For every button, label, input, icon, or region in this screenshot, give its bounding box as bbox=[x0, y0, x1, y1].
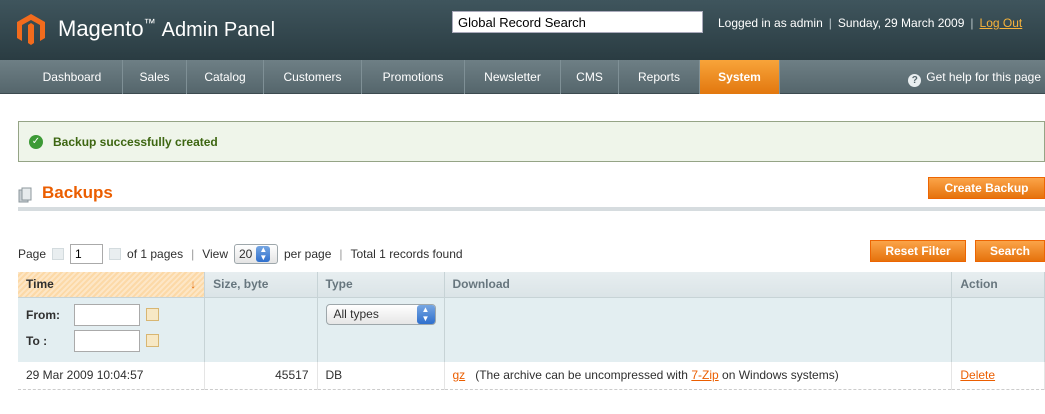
download-filter bbox=[444, 297, 953, 362]
success-message-text: Backup successfully created bbox=[53, 135, 218, 149]
pager: Page of 1 pages | View 20 ▲▼ per page | … bbox=[18, 243, 463, 265]
per-page-select[interactable]: 20 ▲ ▼ bbox=[234, 244, 278, 264]
select-arrows-icon: ▲ ▼ bbox=[256, 246, 271, 262]
page-title: Backups bbox=[42, 183, 113, 202]
type-filter-value: All types bbox=[333, 307, 379, 321]
help-text: Get help for this page bbox=[926, 70, 1041, 84]
action-filter bbox=[951, 297, 1045, 362]
user-info: Logged in as admin | Sunday, 29 March 2009… bbox=[718, 16, 1023, 30]
column-header-download: Download bbox=[444, 272, 953, 298]
from-label: From: bbox=[26, 307, 60, 322]
column-header-time[interactable]: Time ↓ bbox=[18, 272, 206, 298]
filter-row: From: To : All types ▲ ▼ bbox=[18, 297, 1045, 362]
page-label: Page bbox=[18, 247, 47, 261]
nav-cms[interactable]: CMS bbox=[561, 60, 619, 94]
column-header-type[interactable]: Type bbox=[317, 272, 445, 298]
per-page-label: per page bbox=[284, 247, 332, 261]
page-number-input[interactable] bbox=[70, 244, 104, 264]
success-message: ✓ Backup successfully created bbox=[18, 121, 1045, 162]
column-header-time-label: Time bbox=[26, 277, 54, 292]
nav-sales[interactable]: Sales bbox=[123, 60, 187, 94]
logout-link[interactable]: Log Out bbox=[980, 16, 1023, 30]
create-backup-button[interactable]: Create Backup bbox=[928, 177, 1045, 199]
select-arrows-icon: ▲ ▼ bbox=[416, 304, 435, 324]
nav-catalog[interactable]: Catalog bbox=[187, 60, 264, 94]
of-pages-text: of 1 pages bbox=[127, 247, 184, 261]
row-action: Delete bbox=[951, 361, 1045, 390]
app-suffix: Admin Panel bbox=[161, 19, 276, 41]
to-date-input[interactable] bbox=[74, 329, 140, 352]
per-page-value: 20 bbox=[239, 247, 253, 261]
app-name: Magento bbox=[58, 16, 144, 41]
heading-divider bbox=[18, 207, 1045, 211]
time-filter: From: To : bbox=[18, 297, 206, 362]
row-type: DB bbox=[317, 361, 445, 390]
to-label: To : bbox=[26, 333, 48, 348]
sort-down-icon: ↓ bbox=[190, 277, 197, 292]
view-label: View bbox=[202, 247, 228, 261]
global-search-input[interactable] bbox=[452, 11, 703, 33]
type-filter-select[interactable]: All types ▲ ▼ bbox=[325, 303, 436, 325]
row-size: 45517 bbox=[204, 361, 318, 390]
prev-page-icon[interactable] bbox=[52, 248, 65, 260]
magento-logo-icon bbox=[17, 14, 45, 45]
size-filter bbox=[204, 297, 318, 362]
download-gz-link[interactable]: gz bbox=[453, 368, 466, 382]
help-icon: ? bbox=[908, 74, 922, 87]
calendar-icon[interactable] bbox=[146, 334, 159, 347]
records-total: Total 1 records found bbox=[350, 247, 463, 261]
logged-in-text: Logged in as admin bbox=[718, 16, 823, 30]
calendar-icon[interactable] bbox=[146, 308, 159, 321]
success-check-icon: ✓ bbox=[29, 135, 43, 149]
admin-header: Magento™Admin Panel Logged in as admin|S… bbox=[0, 0, 1045, 60]
backup-page-icon bbox=[18, 187, 32, 203]
nav-system[interactable]: System bbox=[700, 60, 780, 94]
logo[interactable]: Magento™ Admin Panel bbox=[14, 12, 275, 46]
from-date-input[interactable] bbox=[74, 303, 140, 326]
nav-reports[interactable]: Reports bbox=[619, 60, 700, 94]
main-nav: Dashboard Sales Catalog Customers Promot… bbox=[0, 60, 1045, 94]
delete-link[interactable]: Delete bbox=[960, 368, 995, 382]
download-note-pre: (The archive can be uncompressed with bbox=[475, 368, 688, 383]
help-link[interactable]: ? Get help for this page bbox=[908, 60, 1041, 94]
nav-customers[interactable]: Customers bbox=[264, 60, 362, 94]
nav-newsletter[interactable]: Newsletter bbox=[465, 60, 561, 94]
nav-dashboard[interactable]: Dashboard bbox=[22, 60, 123, 94]
backups-grid: Time ↓ Size, byte Type Download Action Fr… bbox=[18, 272, 1045, 390]
row-download: gz (The archive can be uncompressed with… bbox=[444, 361, 953, 390]
reset-filter-button[interactable]: Reset Filter bbox=[870, 240, 966, 262]
next-page-icon[interactable] bbox=[109, 248, 122, 260]
search-button[interactable]: Search bbox=[975, 240, 1045, 262]
date-text: Sunday, 29 March 2009 bbox=[837, 16, 965, 30]
column-header-action: Action bbox=[951, 272, 1045, 298]
column-header-size[interactable]: Size, byte bbox=[204, 272, 318, 298]
nav-promotions[interactable]: Promotions bbox=[362, 60, 465, 94]
seven-zip-link[interactable]: 7-Zip bbox=[691, 368, 718, 382]
table-row: 29 Mar 2009 10:04:57 45517 DB gz (The ar… bbox=[18, 361, 1045, 390]
download-note-post: on Windows systems) bbox=[722, 368, 839, 383]
row-time: 29 Mar 2009 10:04:57 bbox=[18, 361, 206, 390]
app-title: Magento™ Admin Panel bbox=[58, 16, 276, 41]
type-filter: All types ▲ ▼ bbox=[317, 297, 445, 362]
